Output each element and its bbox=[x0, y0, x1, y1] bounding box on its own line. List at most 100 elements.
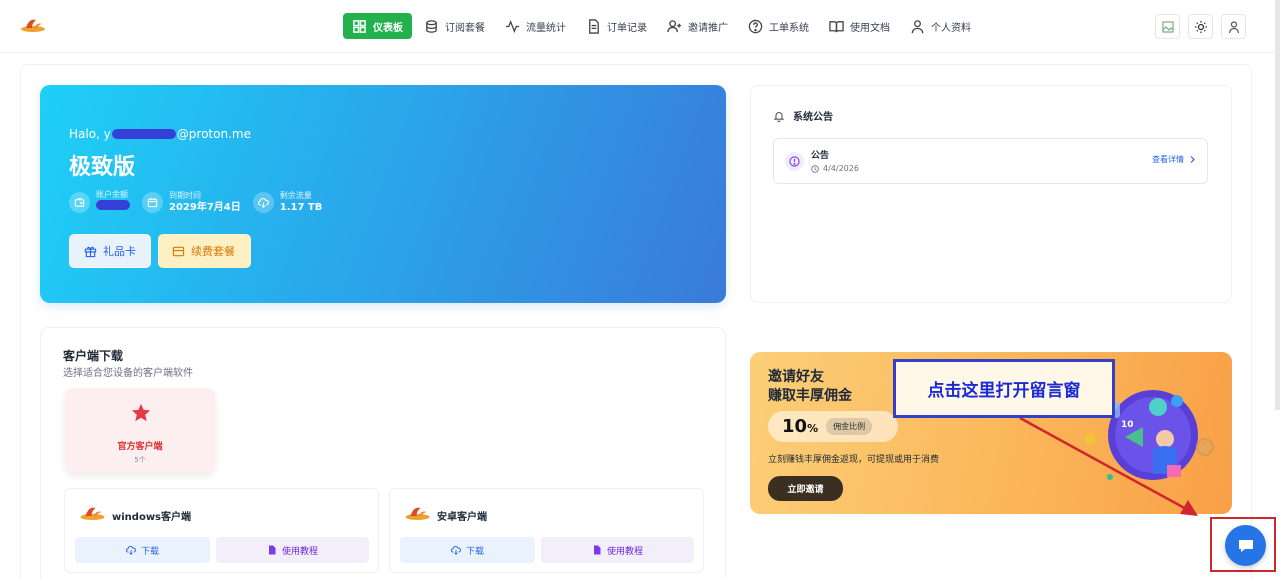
renew-plan-label: 续费套餐 bbox=[191, 245, 235, 258]
nav-invite-label: 邀请推广 bbox=[688, 22, 728, 34]
sun-icon bbox=[1194, 20, 1207, 33]
nav-traffic-label: 流量统计 bbox=[526, 22, 566, 34]
announcement-item[interactable]: 公告 4/4/2026 查看详情 bbox=[773, 138, 1208, 184]
cloud-download-icon bbox=[126, 546, 136, 555]
annotation-callout: 点击这里打开留言窗 bbox=[893, 359, 1115, 418]
official-clients-count: 5个 bbox=[134, 456, 146, 464]
main-nav: 仪表板 订阅套餐 流量统计 订单记录 邀请推广 工单系统 使用文档 个人资料 bbox=[343, 13, 979, 39]
file-icon bbox=[268, 545, 276, 555]
download-label: 下载 bbox=[465, 546, 484, 557]
help-circle-icon bbox=[748, 19, 763, 33]
subscription-card: Halo, y @proton.me 极致版 账户余额 到期时间 2029年7月… bbox=[40, 85, 726, 303]
view-details-label: 查看详情 bbox=[1152, 155, 1184, 164]
tutorial-button[interactable]: 使用教程 bbox=[216, 537, 369, 563]
download-label: 下载 bbox=[140, 546, 159, 557]
brand-logo[interactable] bbox=[20, 16, 46, 36]
svg-text:10: 10 bbox=[1121, 420, 1134, 430]
client-download-subtitle: 选择适合您设备的客户端软件 bbox=[63, 368, 193, 379]
client-logo bbox=[80, 507, 105, 520]
book-icon bbox=[829, 20, 844, 32]
chevron-right-icon bbox=[1190, 156, 1195, 163]
cloud-download-icon bbox=[451, 546, 461, 555]
invite-title-line2: 赚取丰厚佣金 bbox=[768, 388, 852, 404]
greeting-suffix: @proton.me bbox=[176, 127, 251, 141]
tutorial-button[interactable]: 使用教程 bbox=[541, 537, 694, 563]
tutorial-label: 使用教程 bbox=[281, 546, 318, 557]
tutorial-label: 使用教程 bbox=[606, 546, 643, 557]
dashboard-icon bbox=[353, 19, 366, 33]
nav-orders[interactable]: 订单记录 bbox=[578, 13, 655, 39]
announcement-item-date: 4/4/2026 bbox=[823, 164, 859, 173]
announcement-item-date-row: 4/4/2026 bbox=[811, 164, 859, 173]
commission-rate: 10% 佣金比例 bbox=[768, 411, 898, 442]
gift-card-button[interactable]: 礼品卡 bbox=[69, 234, 151, 268]
clock-icon bbox=[811, 164, 819, 173]
client-name: 安卓客户端 bbox=[437, 512, 487, 523]
nav-docs[interactable]: 使用文档 bbox=[821, 13, 898, 39]
invite-now-button[interactable]: 立即邀请 bbox=[768, 476, 843, 501]
renew-plan-button[interactable]: 续费套餐 bbox=[158, 234, 251, 268]
client-logo bbox=[405, 507, 430, 520]
nav-dashboard[interactable]: 仪表板 bbox=[343, 13, 412, 39]
theme-toggle-button[interactable] bbox=[1188, 14, 1213, 39]
client-card-windows: windows客户端 下载 使用教程 bbox=[64, 488, 379, 573]
page-scrollbar[interactable] bbox=[1275, 0, 1280, 410]
stat-expiry-value: 2029年7月4日 bbox=[169, 201, 241, 213]
official-clients-label: 官方客户端 bbox=[117, 442, 163, 452]
invite-title-line1: 邀请好友 bbox=[768, 369, 824, 385]
download-button[interactable]: 下载 bbox=[400, 537, 535, 563]
stat-balance: 账户余额 bbox=[69, 189, 130, 215]
user-icon bbox=[911, 19, 924, 33]
announcement-panel: 系统公告 公告 4/4/2026 查看详情 bbox=[750, 85, 1232, 303]
official-clients-tab[interactable]: 官方客户端 5个 bbox=[65, 388, 215, 473]
stat-traffic-label: 剩余流量 bbox=[279, 190, 312, 200]
client-card-android: 安卓客户端 下载 使用教程 bbox=[389, 488, 704, 573]
nav-tickets-label: 工单系统 bbox=[769, 22, 809, 34]
client-download-panel: 客户端下载 选择适合您设备的客户端软件 官方客户端 5个 windows客户端 … bbox=[40, 327, 726, 578]
stat-balance-label: 账户余额 bbox=[96, 190, 128, 199]
nav-profile[interactable]: 个人资料 bbox=[902, 13, 979, 39]
nav-orders-label: 订单记录 bbox=[607, 22, 647, 34]
client-name: windows客户端 bbox=[112, 512, 192, 523]
announcement-item-name: 公告 bbox=[811, 151, 830, 161]
announcement-header: 系统公告 bbox=[773, 108, 833, 123]
commission-rate-unit: % bbox=[807, 422, 819, 435]
info-icon bbox=[785, 152, 804, 171]
cloud-download-icon bbox=[252, 191, 274, 213]
nav-docs-label: 使用文档 bbox=[850, 22, 890, 34]
star-icon bbox=[131, 403, 151, 422]
broken-image-icon bbox=[1161, 20, 1174, 33]
nav-plans-label: 订阅套餐 bbox=[445, 22, 485, 34]
nav-dashboard-label: 仪表板 bbox=[373, 22, 403, 34]
user-menu-button[interactable] bbox=[1221, 14, 1246, 39]
commission-rate-value: 10 bbox=[782, 416, 808, 437]
nav-traffic[interactable]: 流量统计 bbox=[497, 13, 574, 39]
user-icon bbox=[1228, 20, 1239, 33]
user-plus-icon bbox=[667, 19, 682, 32]
nav-plans[interactable]: 订阅套餐 bbox=[416, 13, 493, 39]
account-stats: 账户余额 到期时间 2029年7月4日 剩余流量 1.17 TB bbox=[69, 189, 322, 215]
bell-icon bbox=[773, 111, 785, 122]
top-nav-bar: 仪表板 订阅套餐 流量统计 订单记录 邀请推广 工单系统 使用文档 个人资料 bbox=[0, 0, 1280, 53]
hero-actions: 礼品卡 续费套餐 bbox=[69, 234, 251, 268]
nav-tickets[interactable]: 工单系统 bbox=[740, 13, 817, 39]
gift-card-label: 礼品卡 bbox=[103, 245, 136, 258]
nav-invite[interactable]: 邀请推广 bbox=[659, 13, 736, 39]
gift-icon bbox=[84, 246, 97, 257]
nav-profile-label: 个人资料 bbox=[931, 22, 971, 34]
redacted-username bbox=[111, 129, 176, 139]
annotation-callout-text: 点击这里打开留言窗 bbox=[927, 381, 1081, 401]
plan-name: 极致版 bbox=[69, 155, 136, 180]
redacted-balance bbox=[96, 200, 130, 210]
wallet-icon bbox=[69, 191, 90, 213]
top-right-actions bbox=[1155, 14, 1246, 39]
language-button[interactable] bbox=[1155, 14, 1180, 39]
chat-message-button[interactable] bbox=[1225, 525, 1266, 566]
commission-rate-tag: 佣金比例 bbox=[826, 418, 873, 435]
invite-description: 立刻赚钱丰厚佣金返现，可提现或用于消费 bbox=[768, 455, 940, 465]
user-greeting: Halo, y @proton.me bbox=[69, 127, 251, 141]
calendar-icon bbox=[142, 191, 163, 213]
view-details-link[interactable]: 查看详情 bbox=[1152, 154, 1197, 165]
document-icon bbox=[589, 18, 599, 34]
download-button[interactable]: 下载 bbox=[75, 537, 210, 563]
